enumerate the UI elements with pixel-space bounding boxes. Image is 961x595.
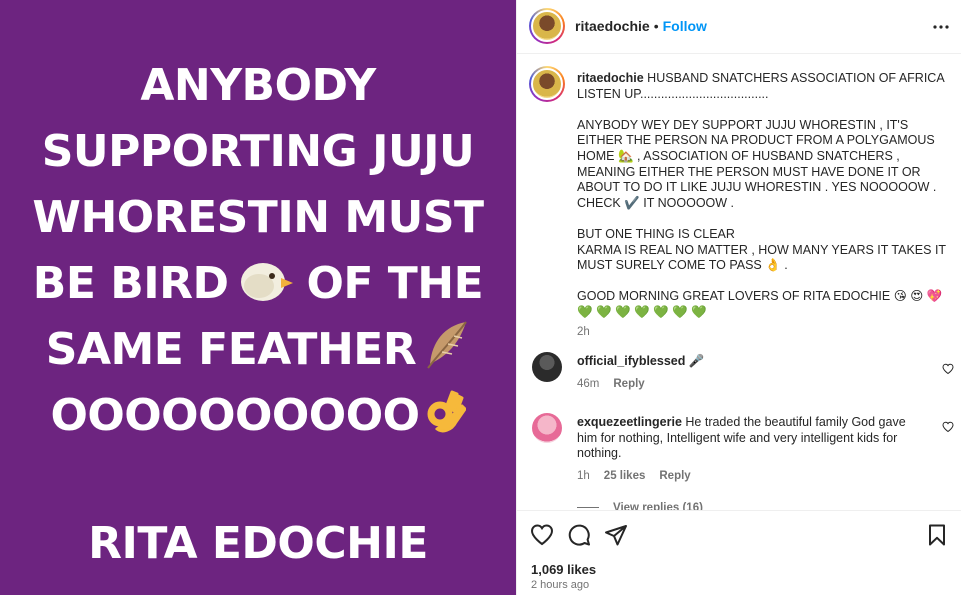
caption-avatar[interactable]	[529, 66, 565, 102]
reply-button[interactable]: Reply	[613, 378, 644, 390]
image-line: SAME FEATHER	[0, 317, 516, 383]
ok-hand-emoji	[427, 390, 466, 433]
image-text: ANYBODY SUPPORTING JUJU WHORESTIN MUST B…	[0, 53, 516, 449]
header-user-line: ritaedochie • Follow	[575, 18, 707, 34]
more-icon[interactable]	[932, 18, 950, 36]
comment-username[interactable]: exquezeetlingerie	[577, 415, 682, 429]
comments-scroll-area[interactable]: ritaedochie HUSBAND SNATCHERS ASSOCIATIO…	[517, 55, 961, 511]
comment-avatar[interactable]	[532, 352, 562, 382]
comment-username[interactable]: official_ifyblessed	[577, 354, 685, 368]
reply-button[interactable]: Reply	[659, 470, 690, 482]
image-line-part: OOOOOOOOOO	[50, 390, 420, 441]
image-line: SUPPORTING JUJU	[41, 126, 475, 177]
image-line: BE BIRD OF THE	[0, 251, 516, 317]
comment-body: 🎤	[688, 354, 705, 368]
image-line-part: OF THE	[306, 258, 484, 309]
image-signature: RITA EDOCHIE	[88, 518, 428, 569]
post-image[interactable]: ANYBODY SUPPORTING JUJU WHORESTIN MUST B…	[0, 0, 516, 595]
post-sidebar: ritaedochie • Follow ritaedochie HUSBAND S…	[516, 0, 961, 595]
comment-avatar[interactable]	[532, 413, 562, 443]
comment-text: exquezeetlingerie He traded the beautifu…	[577, 415, 922, 462]
post-timestamp: 2 hours ago	[531, 579, 590, 591]
caption-username[interactable]: ritaedochie	[577, 71, 644, 85]
chick-emoji	[240, 263, 293, 301]
caption-time: 2h	[577, 325, 590, 338]
caption-paragraph: ANYBODY WEY DEY SUPPORT JUJU WHORESTIN ,…	[577, 117, 940, 210]
follow-button[interactable]: Follow	[663, 18, 707, 34]
share-icon[interactable]	[604, 523, 628, 547]
comment-time: 1h	[577, 470, 590, 482]
caption-paragraph: BUT ONE THING IS CLEAR KARMA IS REAL NO …	[577, 226, 946, 273]
image-line-part: SAME FEATHER	[45, 324, 417, 375]
post-caption: ritaedochie HUSBAND SNATCHERS ASSOCIATIO…	[577, 71, 947, 340]
comment-text: official_ifyblessed 🎤	[577, 354, 922, 370]
likes-count[interactable]: 1,069 likes	[531, 562, 596, 577]
comment-like-icon[interactable]	[942, 363, 954, 375]
header-username[interactable]: ritaedochie	[575, 18, 650, 34]
action-bar: 1,069 likes 2 hours ago	[517, 510, 961, 595]
bookmark-icon[interactable]	[925, 523, 949, 547]
post-header: ritaedochie • Follow	[517, 0, 961, 54]
caption-paragraph: GOOD MORNING GREAT LOVERS OF RITA EDOCHI…	[577, 289, 943, 319]
comment-time: 46m	[577, 378, 600, 390]
feather-emoji	[427, 321, 468, 369]
comment-meta: 1h 25 likes Reply	[577, 470, 705, 482]
image-line: WHORESTIN MUST	[32, 192, 484, 243]
heart-icon[interactable]	[530, 523, 554, 547]
avatar[interactable]	[529, 8, 565, 44]
header-separator: •	[653, 18, 659, 34]
comment-like-icon[interactable]	[942, 421, 954, 433]
comment-meta: 46m Reply	[577, 378, 659, 390]
image-line-part: BE BIRD	[32, 258, 229, 309]
comment-icon[interactable]	[567, 523, 591, 547]
comment-likes[interactable]: 25 likes	[604, 470, 646, 482]
replies-divider	[577, 507, 599, 509]
image-line: ANYBODY	[140, 60, 376, 111]
image-line: OOOOOOOOOO	[0, 383, 516, 449]
